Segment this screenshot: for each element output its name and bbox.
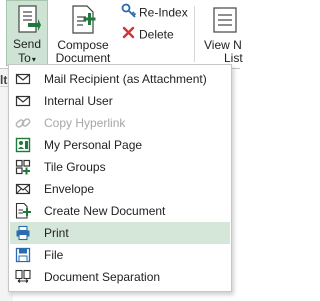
delete-button[interactable]: Delete <box>121 25 174 43</box>
personal-page-icon <box>15 137 31 153</box>
chevron-down-icon: ▾ <box>31 55 36 64</box>
delete-label: Delete <box>139 27 174 42</box>
ribbon-divider <box>194 6 195 62</box>
menu-item-my-personal-page[interactable]: My Personal Page <box>10 134 230 156</box>
menu-item-label: Print <box>44 226 69 240</box>
ribbon: Send To▾ Compose Document Re-Index Delet… <box>0 0 243 69</box>
save-file-icon <box>15 247 31 263</box>
printer-icon <box>15 225 31 241</box>
mail-icon <box>15 71 31 87</box>
menu-item-label: File <box>44 248 64 262</box>
send-to-icon <box>15 5 41 38</box>
menu-item-envelope[interactable]: Envelope <box>10 178 230 200</box>
delete-x-icon <box>121 25 139 46</box>
envelope-icon <box>15 93 31 109</box>
menu-item-label: Envelope <box>44 182 95 196</box>
send-to-button[interactable]: Send To▾ <box>6 0 48 66</box>
menu-item-copy-hyperlink[interactable]: Copy Hyperlink <box>10 112 230 134</box>
menu-item-create-new-document[interactable]: Create New Document <box>10 200 230 222</box>
menu-item-label: Copy Hyperlink <box>44 116 126 130</box>
menu-item-print[interactable]: Print <box>10 222 230 244</box>
menu-item-mail-recipient[interactable]: Mail Recipient (as Attachment) <box>10 68 230 90</box>
envelope-icon <box>15 181 31 197</box>
re-index-icon <box>121 3 139 24</box>
menu-item-internal-user[interactable]: Internal User <box>10 90 230 112</box>
compose-document-button[interactable]: Compose Document <box>54 0 112 66</box>
send-to-label-line1: Send <box>12 37 42 51</box>
menu-item-tile-groups[interactable]: Tile Groups <box>10 156 230 178</box>
document-separation-icon <box>15 269 31 285</box>
menu-item-label: Mail Recipient (as Attachment) <box>44 72 207 86</box>
menu-item-label: Tile Groups <box>44 160 106 174</box>
background-fragment-text: lt <box>0 73 8 87</box>
menu-item-label: Create New Document <box>44 204 166 218</box>
view-list-icon <box>212 6 238 37</box>
menu-item-label: Internal User <box>44 94 113 108</box>
re-index-label: Re-Index <box>139 5 188 20</box>
menu-item-document-separation[interactable]: Document Separation <box>10 266 230 288</box>
menu-item-label: My Personal Page <box>44 138 143 152</box>
link-icon <box>15 115 31 131</box>
menu-item-label: Document Separation <box>44 270 161 284</box>
re-index-button[interactable]: Re-Index <box>121 3 188 21</box>
view-list-button[interactable]: View N List <box>200 0 244 66</box>
menu-item-file[interactable]: File <box>10 244 230 266</box>
tile-groups-icon <box>15 159 31 175</box>
compose-document-icon <box>71 5 97 38</box>
new-document-icon <box>15 202 31 219</box>
send-to-dropdown-menu: Mail Recipient (as Attachment) Internal … <box>8 64 232 292</box>
